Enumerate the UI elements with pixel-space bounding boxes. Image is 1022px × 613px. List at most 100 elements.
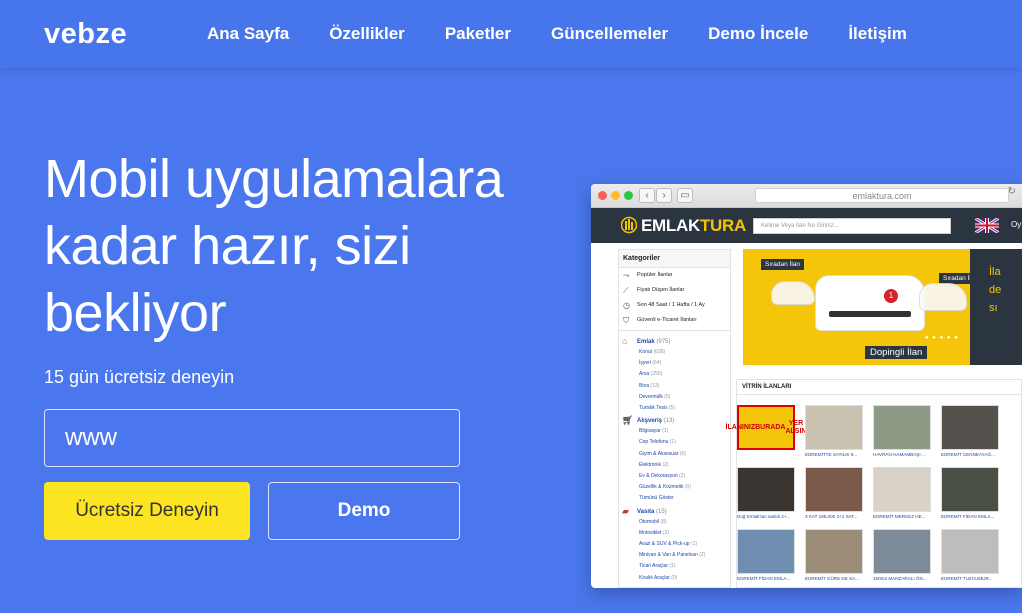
car-icon: ▰ (622, 505, 629, 516)
listing-caption: EDREMİT FİDAN EMLA... (737, 576, 791, 581)
doping-label: Dopingli İlan (865, 346, 928, 359)
demo-button[interactable]: Demo (268, 482, 460, 540)
category-item: Cep Telefonu (1) (639, 439, 676, 446)
listing-caption: HAVRAN HAMAMBAŞI ... (873, 452, 926, 457)
listing-image (873, 529, 931, 574)
listing-image (737, 529, 795, 574)
listing-image (941, 467, 999, 512)
car-image (771, 281, 815, 305)
nav-guncellemeler[interactable]: Güncellemeler (551, 24, 668, 44)
listing-thumb[interactable]: 3 KAT 195.000 3+1 SAT... (805, 467, 863, 519)
chart-down-icon: ⟋ (623, 286, 629, 295)
emlaktura-logo: EMLAKTURA (641, 216, 746, 235)
ordinary-listing-tag: Sıradan İlan (761, 259, 805, 270)
showcase-title: VİTRİN İLANLARI (737, 380, 1021, 395)
top-navbar: vebze Ana Sayfa Özellikler Paketler Günc… (0, 0, 1022, 68)
trend-icon: ⤳ (623, 271, 630, 280)
category-item: Elektronik (2) (639, 461, 669, 468)
listing-caption (737, 450, 795, 452)
listing-caption: 150m2 MANZARALI ÖN... (873, 576, 927, 581)
category-sidebar: Kategoriler ⤳ Popüler İlanlar ⟋ Fiyatı Düş… (618, 249, 731, 588)
nav-ozellikler[interactable]: Özellikler (329, 24, 405, 44)
nav-ana-sayfa[interactable]: Ana Sayfa (207, 24, 289, 44)
category-item: Arsa (250) (639, 371, 663, 378)
category-item: Arazi & SUV & Pick-up (1) (639, 541, 698, 548)
listing-thumb[interactable]: EDREMİT TUZCUMUR... (941, 529, 999, 581)
banner-side-text: İla de sı (989, 266, 1002, 314)
category-alisveris: 🛒︎ Alışveriş (13) (622, 415, 675, 426)
building-logo-icon (621, 216, 637, 234)
quick-link: ⤳ Popüler İlanlar (623, 271, 673, 280)
forward-icon: › (656, 188, 672, 203)
category-item: Bilgisayar (1) (639, 428, 669, 435)
category-item: Bina (13) (639, 382, 660, 389)
domain-input[interactable] (44, 409, 460, 467)
listing-thumb[interactable]: EDREMİT GÜRE DE SA... (805, 529, 863, 581)
listing-image (941, 405, 999, 450)
listing-caption: Doğ Emlak'tan satılık 2+... (737, 514, 791, 519)
listing-image (873, 467, 931, 512)
browser-preview: ‹ › ▭ emlaktura.com ↻ EMLAKTURA Kelime V… (591, 184, 1022, 588)
maximize-dot-icon (624, 191, 633, 200)
listing-image (941, 529, 999, 574)
clock-icon: ◷ (623, 301, 630, 310)
listing-image (873, 405, 931, 450)
close-dot-icon (598, 191, 607, 200)
language-label: Oy (1011, 220, 1022, 229)
category-item: Devremülk (5) (639, 393, 671, 400)
car-image (815, 275, 925, 331)
category-item: Motosiklet (2) (639, 529, 670, 536)
listing-thumb[interactable]: HAVRAN HAMAMBAŞI ... (873, 405, 931, 457)
listing-thumb[interactable]: İLANINIZ BURADA YER ALSIN (726, 405, 806, 452)
reload-icon: ↻ (1007, 186, 1016, 197)
category-item: Ticari Araçlar (1) (639, 563, 676, 570)
minimize-dot-icon (611, 191, 620, 200)
listing-thumb[interactable]: EDREMİT FİDAN EMLA... (941, 467, 999, 519)
listing-image (737, 467, 795, 512)
quick-link: ⟋ Fiyatı Düşen İlanlar (623, 286, 685, 295)
browser-chrome: ‹ › ▭ emlaktura.com ↻ (591, 184, 1022, 208)
site-search-box: Kelime Veya İlan No Giriniz... (753, 218, 951, 234)
category-item: Tümünü Göster (639, 495, 674, 502)
listing-thumb[interactable]: EDREMİT CENNEAYAĞ... (941, 405, 999, 457)
listing-thumb[interactable]: EDREMİTTE SATILIK 9... (805, 405, 863, 457)
quick-link: ⛉ Güvenli e-Ticaret İlanları (619, 313, 730, 331)
showcase-listings: VİTRİN İLANLARI İLANINIZ BURADA YER ALSIN E… (726, 379, 1022, 588)
shield-icon: ⛉ (623, 316, 629, 325)
carousel-dots[interactable]: ● ● ● ● ● (925, 335, 959, 341)
listing-caption: 3 KAT 195.000 3+1 SAT... (805, 514, 858, 519)
nav-iletisim[interactable]: İletişim (848, 24, 907, 44)
site-logo[interactable]: vebze (44, 18, 127, 51)
category-item: Kiralık Araçlar (0) (639, 574, 678, 581)
listing-caption: EDREMİTTE SATILIK 9... (805, 452, 858, 457)
listing-thumb[interactable]: Doğ Emlak'tan satılık 2+... (737, 467, 795, 519)
category-item: İşyeri (64) (639, 360, 662, 367)
advertise-here-box: İLANINIZ BURADA YER ALSIN (726, 405, 806, 450)
category-item: Ev & Dekorasyon (2) (639, 473, 686, 480)
listing-caption: EDREMİT GÜRE DE SA... (805, 576, 860, 581)
nav-demo-incele[interactable]: Demo İncele (708, 24, 808, 44)
car-image (919, 283, 967, 311)
category-item: Konut (638) (639, 349, 666, 355)
listing-caption: EDREMİT MERKEZ HE... (873, 514, 926, 519)
listing-thumb[interactable]: 150m2 MANZARALI ÖN... (873, 529, 931, 581)
free-trial-button[interactable]: Ücretsiz Deneyin (44, 482, 250, 540)
site-header: EMLAKTURA Kelime Veya İlan No Giriniz...… (591, 208, 1022, 243)
category-item: Güzellik & Kozmetik (0) (639, 484, 691, 491)
listing-thumb[interactable]: EDREMİT MERKEZ HE... (873, 467, 931, 519)
sidebar-toggle-icon: ▭ (677, 188, 693, 203)
car-grille (829, 311, 911, 317)
quick-link: ◷ Son 48 Saat / 1 Hafta / 1 Ay (623, 301, 705, 310)
category-item: Giyim & Aksesuar (0) (639, 450, 686, 457)
doping-banner: Sıradan İlan Sıradan İlan 1 ● ● ● ● ● Do… (743, 249, 1022, 365)
category-vasita: ▰ Vasıta (15) (622, 505, 667, 516)
badge-one-icon: 1 (884, 289, 898, 303)
listing-caption: EDREMİT TUZCUMUR... (941, 576, 993, 581)
cart-icon: 🛒︎ (622, 415, 634, 426)
listing-thumb[interactable]: EDREMİT FİDAN EMLA... (737, 529, 795, 581)
listing-image (805, 467, 863, 512)
category-item: Otomobil (8) (639, 518, 667, 525)
nav-paketler[interactable]: Paketler (445, 24, 511, 44)
category-emlak: ⌂ Emlak (975) (622, 336, 671, 346)
house-icon: ⌂ (622, 336, 628, 346)
